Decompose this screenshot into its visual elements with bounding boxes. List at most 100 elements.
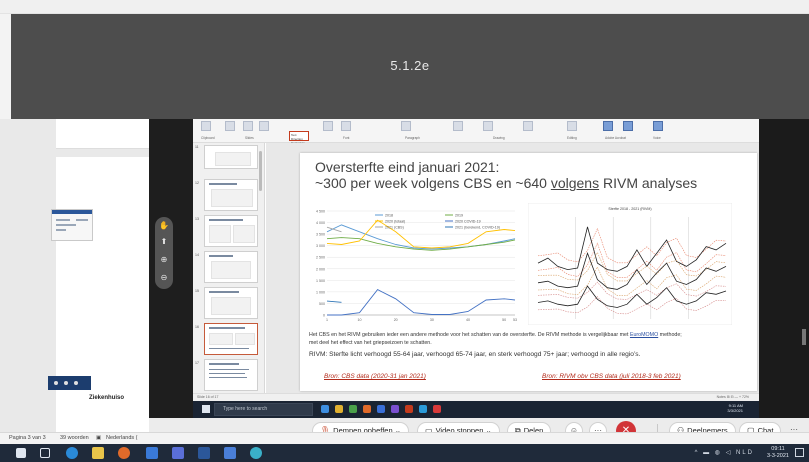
slide-thumbnails[interactable]: 11 12 13 14 15 16 17 [193, 143, 265, 393]
request-signatures-icon[interactable] [623, 121, 633, 131]
thumb-number: 13 [195, 217, 199, 221]
presenter-banner: 5.1.2e [11, 14, 809, 119]
hand-icon[interactable]: ✋ [159, 221, 169, 231]
thumbnail-scrollbar[interactable] [259, 151, 262, 191]
series-line-6 [326, 300, 342, 303]
screen-share-zoom-tool[interactable]: ✋ ⬆ ⊕ ⊖ [155, 217, 173, 289]
slide-title-line2[interactable]: ~300 per week volgens CBS en ~640 volgen… [315, 175, 697, 191]
app-icon[interactable] [224, 447, 236, 459]
powerpoint-app-icon[interactable] [405, 405, 413, 413]
scrollbar-thumb[interactable] [802, 329, 806, 345]
series-line-4 [327, 289, 516, 316]
app-icon[interactable] [419, 405, 427, 413]
slide-thumbnail[interactable] [204, 287, 258, 319]
thumb-text-line [209, 373, 245, 374]
document-page-top [56, 119, 149, 149]
x-tick-label: 20 [394, 318, 398, 322]
title-part: ~300 per week volgens CBS en ~640 [315, 175, 551, 191]
x-tick-label: 1 [326, 318, 328, 322]
new-slide-icon[interactable] [225, 121, 235, 131]
embedded-icon [64, 381, 68, 385]
app-icon[interactable] [363, 405, 371, 413]
page-indicator[interactable]: Pagina 3 van 3 [9, 435, 46, 441]
document-page[interactable] [56, 157, 149, 432]
thumb-title-line [209, 291, 239, 293]
slide-thumbnail[interactable] [204, 251, 258, 283]
banner-title: 5.1.2e [390, 58, 430, 73]
task-view-icon[interactable] [40, 448, 50, 458]
shapes-icon[interactable] [453, 121, 463, 131]
dictate-icon[interactable] [653, 121, 663, 131]
file-explorer-icon[interactable] [92, 447, 104, 459]
slide-thumbnail[interactable] [204, 179, 258, 211]
app-icon[interactable] [250, 447, 262, 459]
layout-icon[interactable] [243, 121, 253, 131]
word-icon[interactable] [198, 447, 210, 459]
slide-thumbnail[interactable] [204, 145, 258, 169]
slide-title-line1[interactable]: Oversterfte eind januari 2021: [315, 159, 499, 175]
windows-start-icon[interactable] [202, 405, 210, 413]
align-icon[interactable] [401, 121, 411, 131]
embedded-line [56, 224, 76, 226]
app-icon[interactable] [377, 405, 385, 413]
pointer-icon[interactable]: ⬆ [159, 237, 169, 247]
word-document-pane[interactable]: Ziekenhuiso [0, 119, 149, 432]
app-icon[interactable] [349, 405, 357, 413]
reset-icon[interactable] [259, 121, 269, 131]
legend-label: 2021 (CBS) [385, 225, 404, 229]
view-zoom-controls[interactable]: Notes ⊞ ⊟ — + 72% [717, 395, 749, 399]
ribbon-group-drawing: Drawing [493, 136, 505, 140]
powerpoint-status-bar: Slide 16 of 17 Notes ⊞ ⊟ — + 72% [193, 393, 759, 401]
y-tick-label: 1 500 [316, 279, 325, 283]
legend-label: 2021 (berekend, COVID-19) [455, 225, 500, 229]
arrange-icon[interactable] [483, 121, 493, 131]
app-icon[interactable] [391, 405, 399, 413]
y-tick-label: 4 500 [316, 210, 325, 214]
thumb-chart [211, 189, 253, 207]
thumb-title-line [209, 255, 233, 257]
slide[interactable]: Oversterfte eind januari 2021: ~300 per … [300, 153, 757, 391]
y-tick-label: 500 [319, 302, 325, 306]
zoom-in-icon[interactable]: ⊕ [159, 255, 169, 265]
create-pdf-icon[interactable] [603, 121, 613, 131]
slide-thumbnail[interactable] [204, 215, 258, 247]
windows-start-icon[interactable] [16, 448, 26, 458]
system-tray[interactable]: ^ ▬ ◍ ◁ NLD [695, 449, 754, 456]
taskbar-clock[interactable]: 09:11 3-3-2021 [767, 446, 789, 459]
x-tick-label: 10 [358, 318, 362, 322]
firefox-icon[interactable] [118, 447, 130, 459]
ribbon-group-clipboard: Clipboard [201, 136, 215, 140]
x-tick-label: 30 [430, 318, 434, 322]
slide-editor[interactable]: Oversterfte eind januari 2021: ~300 per … [266, 143, 759, 393]
y-tick-label: 2 000 [316, 267, 325, 271]
text-direction-box[interactable]: Text Direction Convert to SmartArt [289, 131, 309, 149]
y-tick-label: 4 000 [316, 221, 325, 225]
taskbar-date: 3-3-2021 [766, 452, 789, 459]
search-box[interactable]: Type here to search [214, 403, 313, 416]
word-count[interactable]: 39 woorden [60, 435, 89, 441]
euromomo-link[interactable]: EuroMOMO [630, 332, 658, 338]
thumb-number: 15 [195, 289, 199, 293]
outlook-icon[interactable] [146, 447, 158, 459]
zoom-out-icon[interactable]: ⊖ [159, 273, 169, 283]
teams-icon[interactable] [172, 447, 184, 459]
edge-icon[interactable] [66, 447, 78, 459]
app-icon[interactable] [335, 405, 343, 413]
font-color-icon[interactable] [323, 121, 333, 131]
body-text-line2: met deel het effect van het griepseizoen… [309, 340, 432, 346]
paste-icon[interactable] [201, 121, 211, 131]
proofing-icon[interactable]: ▣ [96, 435, 101, 441]
app-icon[interactable] [321, 405, 329, 413]
language-indicator[interactable]: Nederlands ( [106, 435, 138, 441]
thumb-text-line [209, 348, 249, 349]
bold-icon[interactable] [341, 121, 351, 131]
body-text-part: methode; [658, 332, 682, 338]
shape-fill-icon[interactable] [523, 121, 533, 131]
top-document-band [0, 0, 809, 14]
app-icon[interactable] [433, 405, 441, 413]
find-icon[interactable] [567, 121, 577, 131]
slide-thumbnail[interactable] [204, 359, 258, 391]
slide-thumbnail-selected[interactable] [204, 323, 258, 355]
notifications-icon[interactable] [795, 448, 804, 457]
slide-counter: Slide 16 of 17 [197, 395, 219, 399]
